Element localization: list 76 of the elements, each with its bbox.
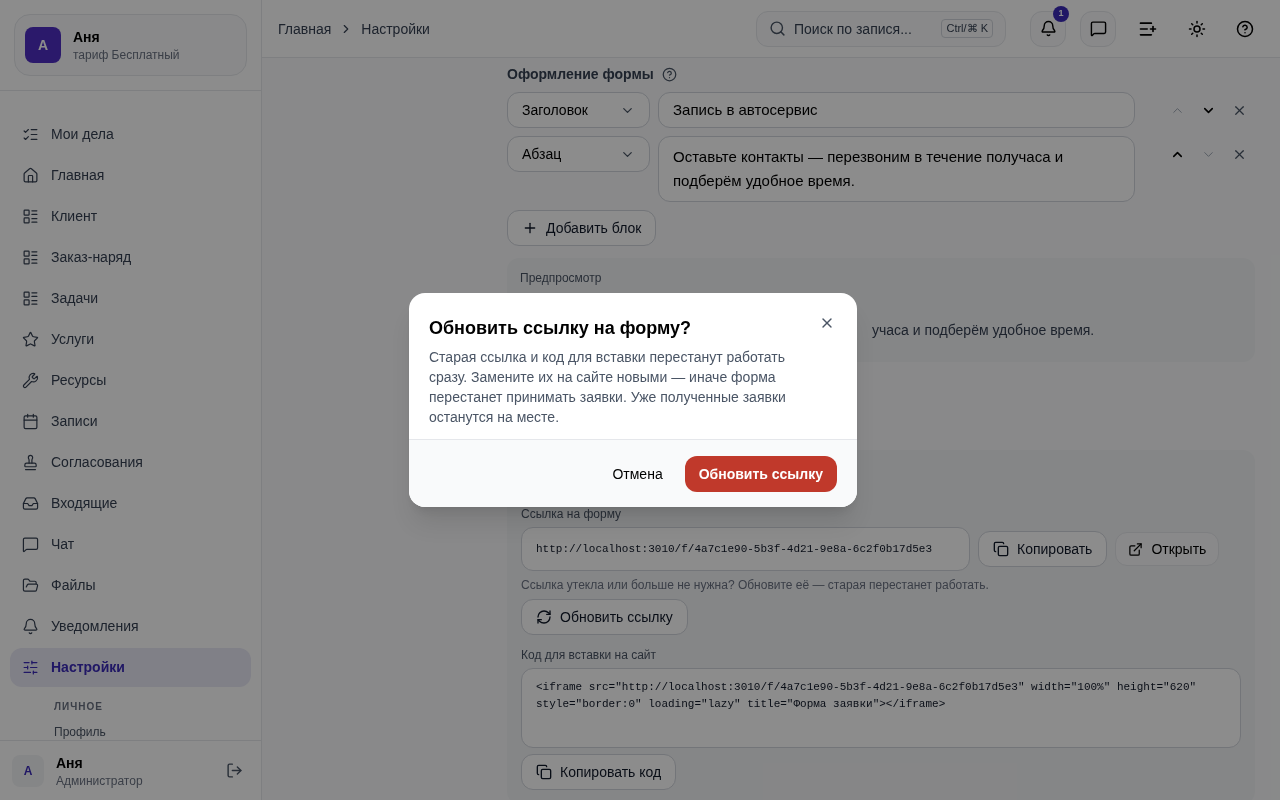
breadcrumb-link[interactable]: Настройки (361, 18, 430, 39)
sidebar-item[interactable]: Входящие (10, 484, 251, 523)
user-avatar: А (12, 754, 44, 787)
chat-icon (1089, 20, 1107, 37)
add-block-button[interactable]: Добавить блок (507, 210, 657, 246)
inbox-icon (22, 494, 39, 512)
bell-icon (1039, 20, 1057, 37)
copy-button[interactable]: Копировать (978, 531, 1108, 567)
chat-icon (22, 535, 39, 553)
search-icon (769, 20, 786, 37)
account-name: Аня (73, 28, 101, 47)
search-field[interactable]: Поиск по запися... (794, 18, 934, 39)
home-icon (22, 166, 39, 184)
sidebar-item[interactable]: Файлы (10, 566, 251, 605)
breadcrumb-link[interactable]: Главная (278, 18, 332, 39)
list-icon (22, 207, 39, 225)
user-name: Аня (56, 753, 84, 773)
block-type-select[interactable]: Заголовок (507, 92, 650, 128)
embed-code-field[interactable]: <iframe src="http://localhost:3010/f/4a7c1e90-5b3f-4d21-9e8a-6c2f0b17d5e3" width="100%" height="620" style="border:0" loading="lazy" title="Форма заявки"></iframe> (521, 668, 1241, 748)
field-label: Ссылка на форму (521, 506, 623, 522)
open-button[interactable]: Открыть (1115, 532, 1220, 566)
star-icon (22, 330, 39, 348)
sidebar-subitem[interactable]: Профиль (10, 724, 251, 740)
account-card[interactable]: А Аня тариф Бесплатный (14, 14, 247, 76)
sidebar-item[interactable]: Чат (10, 525, 251, 564)
settings-icon (22, 658, 39, 676)
sidebar-item[interactable]: Клиент (10, 197, 251, 236)
section-heading: ЛИЧНОЕ (53, 700, 104, 714)
cancel-button[interactable]: Отмена (598, 455, 677, 492)
list-icon (22, 248, 39, 266)
add-block-icon (522, 220, 538, 236)
section-title: Оформление формы (507, 65, 654, 84)
dialog-title: Обновить ссылку на форму? (429, 317, 692, 340)
external-link-icon (1128, 541, 1144, 557)
block-text-field[interactable]: Оставьте контакты — перезвоним в течение получаса и подберём удобное время. (658, 136, 1135, 202)
user-role: Администратор (56, 772, 144, 789)
confirm-button[interactable]: Обновить ссылку (684, 455, 837, 492)
field-label: Код для вставки на сайт (521, 647, 658, 663)
preview-text: учаса и подберём удобное время. (872, 321, 1095, 340)
sidebar-item[interactable]: Согласования (10, 443, 251, 482)
preview-label: Предпросмотр (520, 270, 603, 286)
hint-text: Ссылка утекла или больше не нужна? Обновите её — старая перестанет работать. (521, 577, 990, 593)
sidebar-item[interactable]: Ресурсы (10, 361, 251, 400)
search-box[interactable]: Поиск по запися... Ctrl/⌘ K (756, 10, 1006, 47)
refresh-link-icon (536, 609, 552, 625)
refresh-link-button[interactable]: Обновить ссылку (521, 599, 688, 635)
help-icon[interactable] (1236, 19, 1254, 38)
link-field[interactable]: http://localhost:3010/f/4a7c1e90-5b3f-4d21-9e8a-6c2f0b17d5e3 (521, 527, 970, 571)
chat-button[interactable] (1080, 10, 1116, 47)
dialog-message: Старая ссылка и код для вставки перестанут работать сразу. Замените их на сайте новыми — иначе форма перестанет принимать заявки. Уже полученные заявки останутся на месте. (429, 348, 787, 427)
block-text-field[interactable]: Запись в автосервис (658, 92, 1135, 128)
block-type-select[interactable]: Абзац (507, 136, 650, 172)
sidebar-item[interactable]: Заказ-наряд (10, 238, 251, 277)
sidebar-item[interactable]: Записи (10, 402, 251, 441)
sidebar-item[interactable]: Настройки (10, 648, 251, 687)
theme-icon[interactable] (1188, 19, 1206, 38)
account-plan: тариф Бесплатный (73, 47, 180, 63)
copy-code-icon (536, 764, 552, 780)
sidebar-item[interactable]: Мои дела (10, 115, 251, 154)
sidebar-item[interactable]: Услуги (10, 320, 251, 359)
account-avatar: А (25, 27, 61, 63)
copy-code-button[interactable]: Копировать код (521, 754, 677, 790)
list-icon (22, 289, 39, 307)
shortcut-hint: Ctrl/⌘ K (941, 19, 993, 38)
stamp-icon (22, 453, 39, 471)
wrench-icon (22, 371, 39, 389)
sidebar-item[interactable]: Уведомления (10, 607, 251, 646)
help-icon[interactable] (661, 66, 677, 82)
notification-badge: 1 (1053, 5, 1069, 22)
sidebar-item[interactable]: Главная (10, 156, 251, 195)
sidebar-item[interactable]: Задачи (10, 279, 251, 318)
logout-icon[interactable] (226, 762, 243, 779)
bell-icon (22, 617, 39, 635)
calendar-icon (22, 412, 39, 430)
folder-icon (22, 576, 39, 594)
copy-icon (993, 541, 1009, 557)
